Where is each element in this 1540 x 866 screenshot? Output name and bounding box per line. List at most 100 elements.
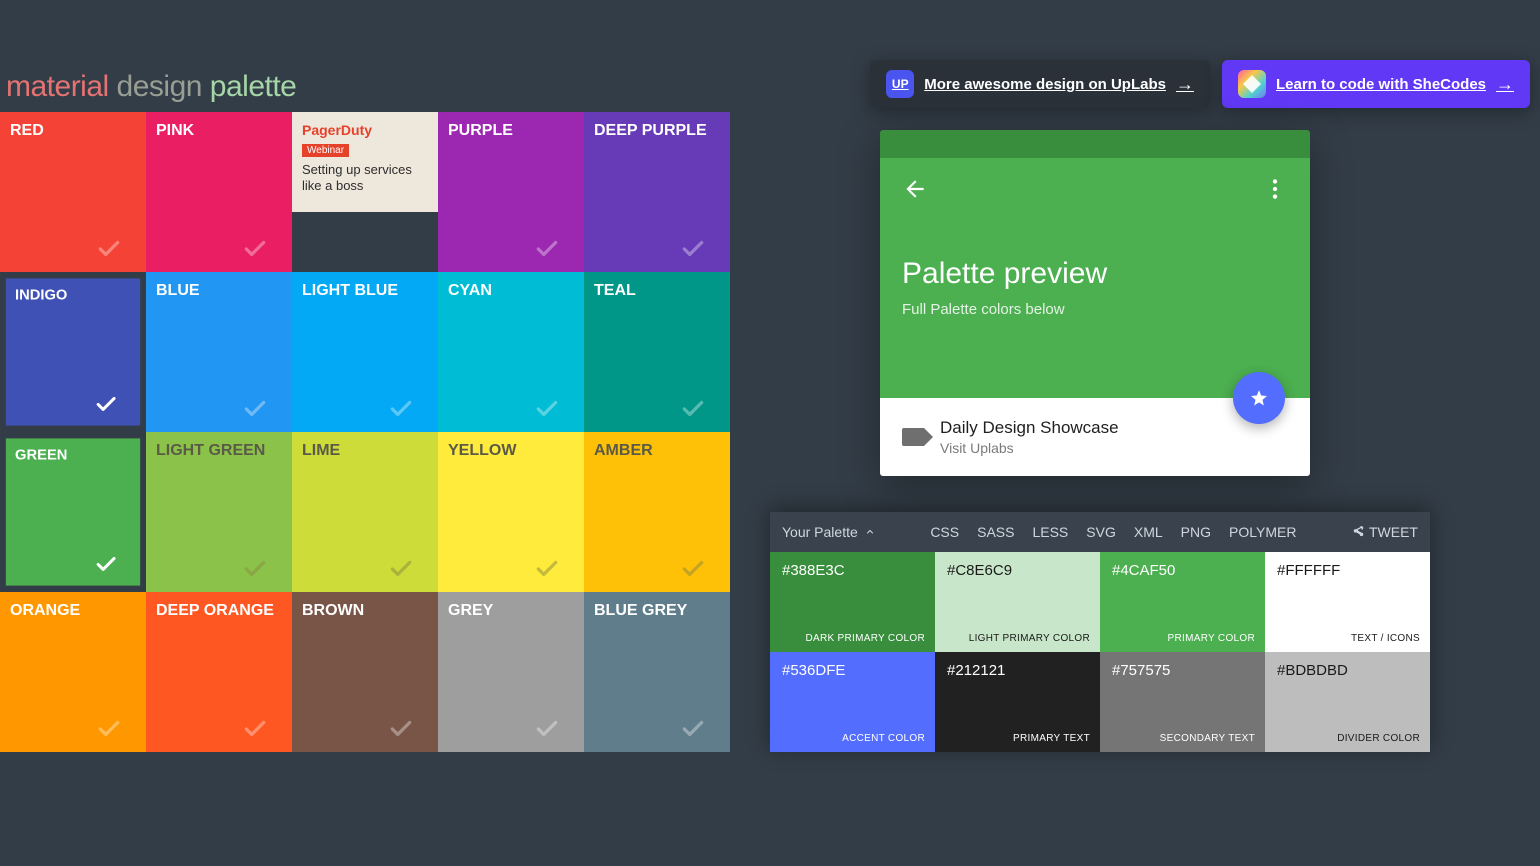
preview-appbar: Palette preview Full Palette colors belo… (880, 158, 1310, 398)
swatch-label: GREEN (15, 448, 67, 465)
uplabs-icon: UP (886, 70, 914, 98)
ad-tile[interactable]: PagerDuty Webinar Setting up services like… (292, 112, 438, 272)
color-swatch-deep-orange[interactable]: DEEP ORANGE (146, 592, 292, 752)
promo-bar: UP More awesome design on UpLabs → Learn… (870, 60, 1530, 108)
export-css-button[interactable]: CSS (930, 524, 959, 540)
swatch-label: GREY (448, 602, 493, 620)
color-swatch-indigo[interactable]: INDIGO (6, 278, 140, 425)
swatch-label: BROWN (302, 602, 364, 620)
palette-role: ACCENT COLOR (842, 733, 925, 744)
palette-cell-primary-color[interactable]: #4CAF50 PRIMARY COLOR (1100, 552, 1265, 652)
color-swatch-blue[interactable]: BLUE (146, 272, 292, 432)
export-png-button[interactable]: PNG (1181, 524, 1211, 540)
swatch-label: PINK (156, 122, 194, 140)
palette-role: SECONDARY TEXT (1160, 733, 1255, 744)
share-tweet-button[interactable]: TWEET (1351, 524, 1418, 540)
color-swatch-green[interactable]: GREEN (6, 438, 140, 585)
palette-role: PRIMARY TEXT (1013, 733, 1090, 744)
palette-preview-card: Palette preview Full Palette colors belo… (880, 130, 1310, 476)
preview-title: Palette preview (902, 257, 1288, 291)
swatch-label: LIGHT GREEN (156, 442, 265, 460)
color-swatch-blue-grey[interactable]: BLUE GREY (584, 592, 730, 752)
color-swatch-teal[interactable]: TEAL (584, 272, 730, 432)
palette-cell-secondary-text[interactable]: #757575 SECONDARY TEXT (1100, 652, 1265, 752)
ad-tag: Webinar (302, 144, 349, 157)
palette-role: TEXT / ICONS (1351, 633, 1420, 644)
preview-subtitle: Full Palette colors below (902, 301, 1288, 318)
palette-role: LIGHT PRIMARY COLOR (969, 633, 1090, 644)
palette-cell-accent-color[interactable]: #536DFEACCENT COLOR (770, 652, 935, 752)
color-swatch-purple[interactable]: PURPLE (438, 112, 584, 272)
ad-brand: PagerDuty (302, 122, 428, 138)
color-swatch-orange[interactable]: ORANGE (0, 592, 146, 752)
arrow-right-icon: → (1176, 74, 1194, 95)
color-swatch-deep-purple[interactable]: DEEP PURPLE (584, 112, 730, 272)
share-icon (1351, 525, 1365, 539)
swatch-label: BLUE (156, 282, 200, 300)
swatch-label: DEEP ORANGE (156, 602, 274, 620)
color-swatch-grey[interactable]: GREY (438, 592, 584, 752)
title-word-design: design (117, 70, 202, 103)
title-word-material: material (6, 70, 109, 103)
palette-hex: #BDBDBD (1277, 662, 1418, 679)
color-swatch-pink[interactable]: PINK (146, 112, 292, 272)
title-word-palette: palette (210, 70, 297, 103)
color-swatch-lime[interactable]: LIME (292, 432, 438, 592)
palette-role: PRIMARY COLOR (1168, 633, 1255, 644)
arrow-right-icon: → (1496, 74, 1514, 95)
palette-hex: #388E3C (782, 562, 923, 579)
chevron-up-icon (864, 526, 876, 538)
palette-cell-light-primary-color[interactable]: #C8E6C9LIGHT PRIMARY COLOR (935, 552, 1100, 652)
color-swatch-light-blue[interactable]: LIGHT BLUE (292, 272, 438, 432)
promo-uplabs-label: More awesome design on UpLabs (924, 76, 1166, 93)
share-tweet-label: TWEET (1369, 524, 1418, 540)
export-less-button[interactable]: LESS (1032, 524, 1068, 540)
palette-cell-dark-primary-color[interactable]: #388E3C DARK PRIMARY COLOR (770, 552, 935, 652)
card-title: Daily Design Showcase (940, 418, 1119, 438)
color-swatch-cyan[interactable]: CYAN (438, 272, 584, 432)
export-sass-button[interactable]: SASS (977, 524, 1014, 540)
palette-cell-primary-text[interactable]: #212121 PRIMARY TEXT (935, 652, 1100, 752)
export-svg-button[interactable]: SVG (1086, 524, 1116, 540)
palette-hex: #757575 (1112, 662, 1253, 679)
palette-bar-title: Your Palette (782, 524, 858, 540)
export-options: CSS SASS LESS SVG XML PNG POLYMER (930, 524, 1296, 540)
card-subtitle: Visit Uplabs (940, 440, 1119, 456)
swatch-label: TEAL (594, 282, 636, 300)
back-arrow-icon[interactable] (902, 176, 928, 202)
swatch-label: INDIGO (15, 288, 67, 305)
swatch-label: DEEP PURPLE (594, 122, 707, 140)
palette-role: DARK PRIMARY COLOR (805, 633, 925, 644)
shecodes-icon (1238, 70, 1266, 98)
swatch-label: AMBER (594, 442, 653, 460)
palette-bar-toggle[interactable]: Your Palette (782, 524, 876, 540)
palette-hex: #FFFFFF (1277, 562, 1418, 579)
color-swatch-red[interactable]: RED (0, 112, 146, 272)
fab-star-button[interactable] (1233, 372, 1285, 424)
preview-statusbar (880, 130, 1310, 158)
color-grid: RED PINK PagerDuty Webinar Setting up servic… (0, 112, 730, 752)
palette-hex: #4CAF50 (1112, 562, 1253, 579)
palette-role: DIVIDER COLOR (1337, 733, 1420, 744)
palette-hex: #212121 (947, 662, 1088, 679)
palette-cell-divider-color[interactable]: #BDBDBD DIVIDER COLOR (1265, 652, 1430, 752)
palette-cell-text-icons[interactable]: #FFFFFF TEXT / ICONS (1265, 552, 1430, 652)
palette-grid: #388E3C DARK PRIMARY COLOR #C8E6C9LIGHT PR… (770, 552, 1430, 752)
palette-bar: Your Palette CSS SASS LESS SVG XML PNG POLYMER… (770, 512, 1430, 752)
swatch-label: YELLOW (448, 442, 516, 460)
color-swatch-brown[interactable]: BROWN (292, 592, 438, 752)
promo-shecodes-button[interactable]: Learn to code with SheCodes → (1222, 60, 1530, 108)
swatch-label: BLUE GREY (594, 602, 687, 620)
swatch-label: LIME (302, 442, 340, 460)
color-swatch-light-green[interactable]: LIGHT GREEN (146, 432, 292, 592)
color-swatch-yellow[interactable]: YELLOW (438, 432, 584, 592)
swatch-label: ORANGE (10, 602, 80, 620)
swatch-label: PURPLE (448, 122, 513, 140)
more-options-icon[interactable] (1262, 176, 1288, 202)
color-swatch-amber[interactable]: AMBER (584, 432, 730, 592)
promo-uplabs-button[interactable]: UP More awesome design on UpLabs → (870, 60, 1210, 108)
export-polymer-button[interactable]: POLYMER (1229, 524, 1296, 540)
ad-copy: Setting up services like a boss (302, 162, 428, 193)
export-xml-button[interactable]: XML (1134, 524, 1163, 540)
page-title: material design palette (6, 70, 296, 104)
